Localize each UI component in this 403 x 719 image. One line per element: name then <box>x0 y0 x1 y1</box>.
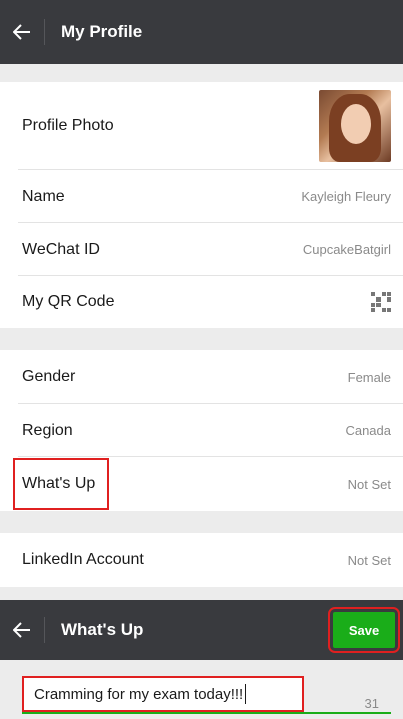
gender-label: Gender <box>22 368 76 385</box>
back-button[interactable] <box>0 600 44 660</box>
header-divider <box>44 617 45 643</box>
region-value: Canada <box>345 423 391 438</box>
input-underline <box>22 712 391 714</box>
text-caret <box>245 684 247 704</box>
section-gap <box>0 64 403 82</box>
region-row[interactable]: Region Canada <box>0 404 403 457</box>
linkedin-label: LinkedIn Account <box>22 551 144 568</box>
section-gap <box>0 511 403 533</box>
qr-code-label: My QR Code <box>22 293 115 310</box>
name-value: Kayleigh Fleury <box>301 189 391 204</box>
name-label: Name <box>22 187 65 205</box>
profile-photo-label: Profile Photo <box>22 117 114 134</box>
whats-up-edit-area: Cramming for my exam today!!! 31 <box>0 660 403 719</box>
section-gap <box>0 328 403 350</box>
qr-code-icon <box>371 292 391 312</box>
linkedin-value: Not Set <box>347 552 391 568</box>
whats-up-input-text: Cramming for my exam today!!! <box>34 685 244 703</box>
profile-header: My Profile <box>0 0 403 64</box>
back-arrow-icon <box>13 622 30 638</box>
section-gap <box>0 587 403 600</box>
wechat-id-label: WeChat ID <box>22 240 100 258</box>
name-row[interactable]: Name Kayleigh Fleury <box>0 170 403 223</box>
save-button[interactable]: Save <box>328 607 400 653</box>
page-title: What's Up <box>61 620 144 639</box>
back-arrow-icon <box>13 24 30 40</box>
header-divider <box>44 19 45 45</box>
profile-photo-row[interactable]: Profile Photo <box>0 82 403 170</box>
gender-value: Female <box>347 369 391 385</box>
whats-up-input[interactable]: Cramming for my exam today!!! <box>22 676 304 712</box>
qr-code-row[interactable]: My QR Code <box>0 276 403 328</box>
whats-up-highlight-box <box>13 458 109 510</box>
region-label: Region <box>22 421 73 439</box>
wechat-id-value: CupcakeBatgirl <box>302 242 391 257</box>
wechat-id-row[interactable]: WeChat ID CupcakeBatgirl <box>0 223 403 276</box>
whats-up-value: Not Set <box>347 476 391 492</box>
char-count: 31 <box>364 696 379 711</box>
gender-row[interactable]: Gender Female <box>0 350 403 404</box>
back-button[interactable] <box>0 0 44 64</box>
photo-face <box>341 104 371 144</box>
profile-photo-image <box>319 90 391 162</box>
page-title: My Profile <box>61 22 143 41</box>
linkedin-row[interactable]: LinkedIn Account Not Set <box>0 533 403 587</box>
whats-up-header: What's Up Save <box>0 600 403 660</box>
